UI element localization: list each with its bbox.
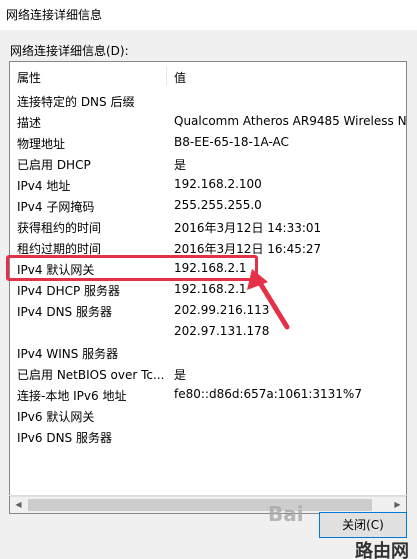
row-value: 2016年3月12日 14:33:01: [174, 221, 322, 235]
row-property: IPv4 子网掩码: [17, 200, 95, 214]
row-value: B8-EE-65-18-1A-AC: [174, 135, 289, 149]
row-property: 物理地址: [17, 137, 66, 151]
row-property: 已启用 DHCP: [17, 158, 91, 172]
title-bar: 网络连接详细信息: [0, 0, 417, 30]
list-row[interactable]: IPv4 子网掩码 255.255.255.0: [10, 195, 406, 216]
row-value: 是: [174, 368, 187, 382]
list-row[interactable]: IPv4 地址 192.168.2.100: [10, 174, 406, 195]
scrollbar-thumb[interactable]: [28, 499, 372, 511]
row-property: IPv4 WINS 服务器: [17, 347, 119, 361]
list-row[interactable]: IPv4 DNS 服务器 202.99.216.113: [10, 300, 406, 321]
list-row[interactable]: IPv4 DHCP 服务器 192.168.2.1: [10, 279, 406, 300]
row-property: IPv4 DHCP 服务器: [17, 284, 121, 298]
row-property: 获得租约的时间: [17, 221, 102, 235]
row-property: 已启用 NetBIOS over Tc...: [17, 368, 165, 382]
separator-line: [9, 495, 408, 496]
list-row[interactable]: 连接特定的 DNS 后缀: [10, 90, 406, 111]
list-row[interactable]: 已启用 NetBIOS over Tc... 是: [10, 363, 406, 384]
annotation-highlight-box: [6, 255, 258, 281]
scroll-right-icon[interactable]: ▶: [389, 497, 406, 513]
scroll-left-icon[interactable]: ◀: [10, 497, 27, 513]
row-property: IPv6 DNS 服务器: [17, 431, 112, 445]
row-value: 202.99.216.113: [174, 303, 270, 317]
row-value: 255.255.255.0: [174, 198, 262, 212]
row-property: 连接-本地 IPv6 地址: [17, 389, 127, 403]
row-property: IPv6 默认网关: [17, 410, 95, 424]
site-watermark: 路由网: [355, 541, 409, 559]
row-property: IPv4 DNS 服务器: [17, 305, 112, 319]
list-row[interactable]: 描述 Qualcomm Atheros AR9485 Wireless Ne: [10, 111, 406, 132]
window-title: 网络连接详细信息: [6, 8, 103, 22]
baidu-watermark: Bai: [268, 502, 304, 526]
list-row[interactable]: IPv6 DNS 服务器: [10, 426, 406, 447]
list-row[interactable]: IPv6 默认网关: [10, 405, 406, 426]
column-divider[interactable]: [166, 66, 167, 86]
row-property: 描述: [17, 116, 42, 130]
list-row[interactable]: 物理地址 B8-EE-65-18-1A-AC: [10, 132, 406, 153]
list-header: 属性 值: [10, 62, 406, 90]
row-property: 连接特定的 DNS 后缀: [17, 95, 135, 109]
list-row[interactable]: 202.97.131.178: [10, 321, 406, 342]
list-row[interactable]: 已启用 DHCP 是: [10, 153, 406, 174]
details-list[interactable]: 属性 值 连接特定的 DNS 后缀 描述 Qualcomm Atheros AR…: [9, 61, 407, 514]
row-value: fe80::d86d:657a:1061:3131%7: [174, 387, 362, 401]
list-row[interactable]: 获得租约的时间 2016年3月12日 14:33:01: [10, 216, 406, 237]
row-value: 192.168.2.100: [174, 177, 262, 191]
row-value: 是: [174, 158, 187, 172]
horizontal-scrollbar[interactable]: ◀ ▶: [10, 496, 406, 513]
row-value: 202.97.131.178: [174, 324, 270, 338]
column-header-value[interactable]: 值: [174, 69, 186, 86]
row-value: Qualcomm Atheros AR9485 Wireless Ne: [174, 114, 406, 128]
dialog-body: 网络连接详细信息(D): 属性 值 连接特定的 DNS 后缀 描述 Qualco…: [0, 30, 417, 559]
close-button[interactable]: 关闭(C): [319, 512, 407, 538]
row-value: 192.168.2.1: [174, 282, 247, 296]
row-property: IPv4 地址: [17, 179, 71, 193]
list-row[interactable]: 连接-本地 IPv6 地址 fe80::d86d:657a:1061:3131%…: [10, 384, 406, 405]
list-row[interactable]: IPv4 WINS 服务器: [10, 342, 406, 363]
column-header-property[interactable]: 属性: [17, 69, 41, 86]
details-group-label: 网络连接详细信息(D):: [10, 44, 129, 58]
